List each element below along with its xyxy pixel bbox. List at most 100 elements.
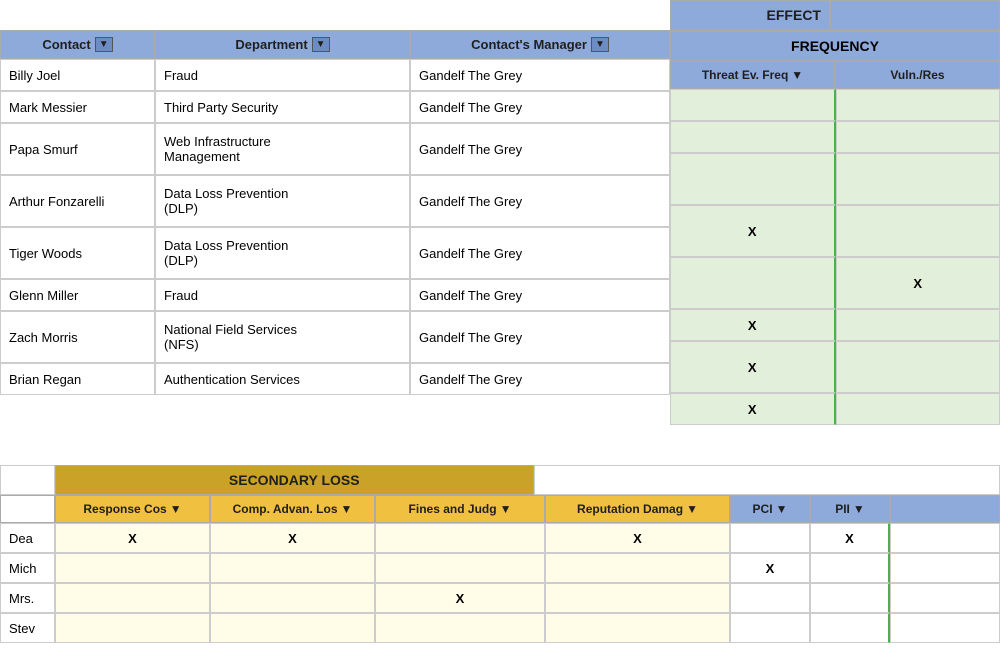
department-cell: National Field Services(NFS)	[155, 311, 410, 363]
frequency-data-rows: X X X X X	[670, 89, 1000, 425]
comp-dropdown[interactable]: ▼	[341, 502, 353, 516]
secondary-loss-header-row: SECONDARY LOSS	[0, 465, 1000, 495]
response-cost-cell: X	[55, 523, 210, 553]
bottom-table-row: Mich X	[0, 553, 1000, 583]
pci-cell	[730, 583, 810, 613]
bottom-extra-cell	[890, 553, 1000, 583]
department-column-header[interactable]: Department ▼	[155, 30, 410, 59]
vuln-res-header[interactable]: Vuln./Res	[835, 61, 1000, 89]
comp-advan-cell: X	[210, 523, 375, 553]
reputation-header[interactable]: Reputation Damag ▼	[545, 495, 730, 523]
bottom-extra-cell	[890, 613, 1000, 643]
response-cost-cell	[55, 613, 210, 643]
threat-freq-dropdown[interactable]: ▼	[791, 68, 803, 82]
department-cell: Authentication Services	[155, 363, 410, 395]
response-dropdown[interactable]: ▼	[170, 502, 182, 516]
threat-freq-cell	[670, 153, 836, 205]
reputation-dropdown[interactable]: ▼	[686, 502, 698, 516]
department-cell: Data Loss Prevention(DLP)	[155, 227, 410, 279]
bottom-right-spacer	[534, 465, 1000, 495]
vuln-res-cell	[836, 89, 1000, 121]
frequency-title: FREQUENCY	[670, 31, 1000, 61]
contact-cell: Zach Morris	[0, 311, 155, 363]
threat-freq-cell: X	[670, 309, 836, 341]
manager-dropdown[interactable]: ▼	[591, 37, 609, 52]
frequency-data-row: X	[670, 393, 1000, 425]
contact-cell: Arthur Fonzarelli	[0, 175, 155, 227]
bottom-name-spacer	[0, 465, 55, 495]
response-cost-cell	[55, 583, 210, 613]
pci-cell: X	[730, 553, 810, 583]
effect-label: EFFECT	[675, 7, 825, 23]
frequency-data-row	[670, 153, 1000, 205]
spreadsheet-container: EFFECT Contact ▼ Department ▼ Contact's …	[0, 0, 1000, 667]
vuln-res-cell	[836, 393, 1000, 425]
threat-freq-cell	[670, 121, 836, 153]
fines-cell: X	[375, 583, 545, 613]
bottom-table-row: Dea X X X X	[0, 523, 1000, 553]
pii-header[interactable]: PII ▼	[810, 495, 890, 523]
vuln-res-cell	[836, 205, 1000, 257]
department-cell: Fraud	[155, 279, 410, 311]
department-dropdown[interactable]: ▼	[312, 37, 330, 52]
integrity-header-placeholder	[830, 0, 1000, 30]
threat-freq-cell: X	[670, 341, 836, 393]
bottom-table-row: Stev	[0, 613, 1000, 643]
comp-advan-header[interactable]: Comp. Advan. Los ▼	[210, 495, 375, 523]
department-cell: Fraud	[155, 59, 410, 91]
frequency-section: FREQUENCY Threat Ev. Freq ▼ Vuln./Res X …	[670, 31, 1000, 425]
manager-cell: Gandelf The Grey	[410, 363, 670, 395]
pci-dropdown[interactable]: ▼	[776, 502, 788, 516]
threat-freq-cell: X	[670, 393, 836, 425]
bottom-extra-cell	[890, 583, 1000, 613]
response-cost-header[interactable]: Response Cos ▼	[55, 495, 210, 523]
fines-cell	[375, 553, 545, 583]
manager-cell: Gandelf The Grey	[410, 279, 670, 311]
vuln-res-cell	[836, 309, 1000, 341]
fines-header[interactable]: Fines and Judg ▼	[375, 495, 545, 523]
frequency-col-headers: Threat Ev. Freq ▼ Vuln./Res	[670, 61, 1000, 89]
threat-ev-freq-header[interactable]: Threat Ev. Freq ▼	[670, 61, 835, 89]
vuln-res-cell: X	[836, 257, 1000, 309]
threat-freq-cell: X	[670, 205, 836, 257]
bottom-extra-cell	[890, 523, 1000, 553]
pci-cell	[730, 613, 810, 643]
bottom-name-cell: Mrs.	[0, 583, 55, 613]
effect-section-header: EFFECT	[670, 0, 830, 30]
effect-header-row: EFFECT	[0, 0, 1000, 30]
frequency-data-row	[670, 89, 1000, 121]
frequency-data-row: X	[670, 309, 1000, 341]
pii-cell	[810, 583, 890, 613]
contact-cell: Glenn Miller	[0, 279, 155, 311]
pci-header[interactable]: PCI ▼	[730, 495, 810, 523]
comp-advan-cell	[210, 583, 375, 613]
contact-dropdown[interactable]: ▼	[95, 37, 113, 52]
vuln-res-cell	[836, 121, 1000, 153]
fines-dropdown[interactable]: ▼	[500, 502, 512, 516]
pii-cell: X	[810, 523, 890, 553]
contact-column-header[interactable]: Contact ▼	[0, 30, 155, 59]
fines-cell	[375, 523, 545, 553]
vuln-res-cell	[836, 153, 1000, 205]
bottom-data-rows: Dea X X X X Mich X Mrs. X Stev	[0, 523, 1000, 643]
reputation-cell	[545, 613, 730, 643]
department-cell: Data Loss Prevention(DLP)	[155, 175, 410, 227]
contact-cell: Mark Messier	[0, 91, 155, 123]
bottom-table-row: Mrs. X	[0, 583, 1000, 613]
pii-cell	[810, 613, 890, 643]
contact-cell: Billy Joel	[0, 59, 155, 91]
pii-cell	[810, 553, 890, 583]
pii-dropdown[interactable]: ▼	[853, 502, 865, 516]
contact-cell: Brian Regan	[0, 363, 155, 395]
bottom-name-cell: Mich	[0, 553, 55, 583]
contact-cell: Papa Smurf	[0, 123, 155, 175]
department-cell: Web InfrastructureManagement	[155, 123, 410, 175]
manager-cell: Gandelf The Grey	[410, 227, 670, 279]
manager-cell: Gandelf The Grey	[410, 123, 670, 175]
fines-cell	[375, 613, 545, 643]
manager-column-header[interactable]: Contact's Manager ▼	[410, 30, 670, 59]
bottom-name-cell: Stev	[0, 613, 55, 643]
pci-cell	[730, 523, 810, 553]
contact-cell: Tiger Woods	[0, 227, 155, 279]
department-cell: Third Party Security	[155, 91, 410, 123]
